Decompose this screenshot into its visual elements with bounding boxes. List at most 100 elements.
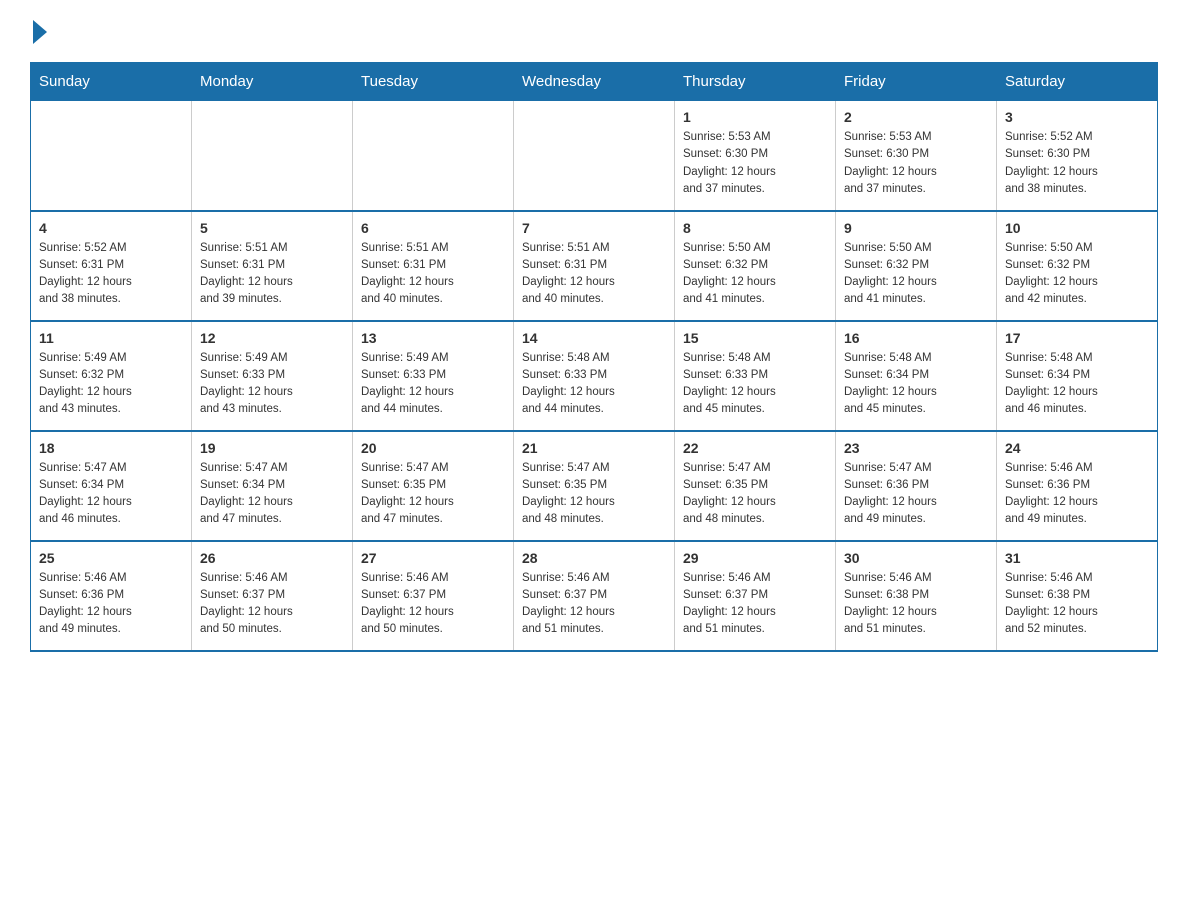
day-info: Sunrise: 5:51 AMSunset: 6:31 PMDaylight:…	[361, 240, 505, 309]
calendar-cell: 30 Sunrise: 5:46 AMSunset: 6:38 PMDayligh…	[836, 541, 997, 651]
day-number: 13	[361, 330, 505, 346]
weekday-header-thursday: Thursday	[675, 63, 836, 101]
day-number: 20	[361, 440, 505, 456]
day-info: Sunrise: 5:52 AMSunset: 6:30 PMDaylight:…	[1005, 129, 1149, 198]
calendar-cell: 21 Sunrise: 5:47 AMSunset: 6:35 PMDayligh…	[514, 431, 675, 541]
day-info: Sunrise: 5:53 AMSunset: 6:30 PMDaylight:…	[683, 129, 827, 198]
day-info: Sunrise: 5:47 AMSunset: 6:34 PMDaylight:…	[200, 460, 344, 529]
day-number: 1	[683, 109, 827, 125]
day-number: 22	[683, 440, 827, 456]
day-number: 29	[683, 550, 827, 566]
weekday-header-row: SundayMondayTuesdayWednesdayThursdayFrid…	[31, 63, 1158, 101]
day-info: Sunrise: 5:50 AMSunset: 6:32 PMDaylight:…	[1005, 240, 1149, 309]
day-info: Sunrise: 5:48 AMSunset: 6:34 PMDaylight:…	[844, 350, 988, 419]
day-number: 27	[361, 550, 505, 566]
calendar-cell: 18 Sunrise: 5:47 AMSunset: 6:34 PMDayligh…	[31, 431, 192, 541]
weekday-header-friday: Friday	[836, 63, 997, 101]
calendar-cell: 26 Sunrise: 5:46 AMSunset: 6:37 PMDayligh…	[192, 541, 353, 651]
day-number: 5	[200, 220, 344, 236]
calendar-cell: 28 Sunrise: 5:46 AMSunset: 6:37 PMDayligh…	[514, 541, 675, 651]
day-number: 19	[200, 440, 344, 456]
day-info: Sunrise: 5:51 AMSunset: 6:31 PMDaylight:…	[522, 240, 666, 309]
weekday-header-tuesday: Tuesday	[353, 63, 514, 101]
calendar-cell: 22 Sunrise: 5:47 AMSunset: 6:35 PMDayligh…	[675, 431, 836, 541]
calendar-cell: 2 Sunrise: 5:53 AMSunset: 6:30 PMDaylight…	[836, 101, 997, 211]
day-info: Sunrise: 5:47 AMSunset: 6:35 PMDaylight:…	[522, 460, 666, 529]
day-number: 10	[1005, 220, 1149, 236]
day-number: 28	[522, 550, 666, 566]
day-info: Sunrise: 5:46 AMSunset: 6:37 PMDaylight:…	[683, 570, 827, 639]
calendar-cell: 17Sunrise: 5:48 AMSunset: 6:34 PMDayligh…	[997, 321, 1158, 431]
day-info: Sunrise: 5:46 AMSunset: 6:37 PMDaylight:…	[522, 570, 666, 639]
day-info: Sunrise: 5:46 AMSunset: 6:38 PMDaylight:…	[844, 570, 988, 639]
day-info: Sunrise: 5:52 AMSunset: 6:31 PMDaylight:…	[39, 240, 183, 309]
day-number: 26	[200, 550, 344, 566]
day-number: 7	[522, 220, 666, 236]
calendar-table: SundayMondayTuesdayWednesdayThursdayFrid…	[30, 62, 1158, 652]
calendar-cell: 10 Sunrise: 5:50 AMSunset: 6:32 PMDayligh…	[997, 211, 1158, 321]
calendar-cell: 25 Sunrise: 5:46 AMSunset: 6:36 PMDayligh…	[31, 541, 192, 651]
calendar-cell: 11Sunrise: 5:49 AMSunset: 6:32 PMDayligh…	[31, 321, 192, 431]
calendar-week-4: 18 Sunrise: 5:47 AMSunset: 6:34 PMDayligh…	[31, 431, 1158, 541]
day-info: Sunrise: 5:46 AMSunset: 6:36 PMDaylight:…	[1005, 460, 1149, 529]
day-info: Sunrise: 5:46 AMSunset: 6:37 PMDaylight:…	[200, 570, 344, 639]
day-number: 30	[844, 550, 988, 566]
day-number: 14	[522, 330, 666, 346]
calendar-cell: 24 Sunrise: 5:46 AMSunset: 6:36 PMDayligh…	[997, 431, 1158, 541]
day-number: 4	[39, 220, 183, 236]
calendar-week-3: 11Sunrise: 5:49 AMSunset: 6:32 PMDayligh…	[31, 321, 1158, 431]
calendar-cell	[192, 101, 353, 211]
day-number: 25	[39, 550, 183, 566]
day-info: Sunrise: 5:47 AMSunset: 6:36 PMDaylight:…	[844, 460, 988, 529]
day-number: 16	[844, 330, 988, 346]
weekday-header-wednesday: Wednesday	[514, 63, 675, 101]
calendar-week-2: 4 Sunrise: 5:52 AMSunset: 6:31 PMDaylight…	[31, 211, 1158, 321]
day-info: Sunrise: 5:46 AMSunset: 6:36 PMDaylight:…	[39, 570, 183, 639]
calendar-cell: 19 Sunrise: 5:47 AMSunset: 6:34 PMDayligh…	[192, 431, 353, 541]
day-number: 24	[1005, 440, 1149, 456]
calendar-cell: 12 Sunrise: 5:49 AMSunset: 6:33 PMDayligh…	[192, 321, 353, 431]
day-number: 3	[1005, 109, 1149, 125]
day-info: Sunrise: 5:49 AMSunset: 6:33 PMDaylight:…	[361, 350, 505, 419]
weekday-header-monday: Monday	[192, 63, 353, 101]
day-number: 31	[1005, 550, 1149, 566]
calendar-cell: 6Sunrise: 5:51 AMSunset: 6:31 PMDaylight…	[353, 211, 514, 321]
day-info: Sunrise: 5:47 AMSunset: 6:34 PMDaylight:…	[39, 460, 183, 529]
day-info: Sunrise: 5:49 AMSunset: 6:32 PMDaylight:…	[39, 350, 183, 419]
calendar-cell: 16 Sunrise: 5:48 AMSunset: 6:34 PMDayligh…	[836, 321, 997, 431]
calendar-cell: 13 Sunrise: 5:49 AMSunset: 6:33 PMDayligh…	[353, 321, 514, 431]
calendar-cell	[31, 101, 192, 211]
calendar-cell: 14 Sunrise: 5:48 AMSunset: 6:33 PMDayligh…	[514, 321, 675, 431]
day-number: 21	[522, 440, 666, 456]
day-info: Sunrise: 5:48 AMSunset: 6:34 PMDaylight:…	[1005, 350, 1149, 419]
calendar-cell: 9Sunrise: 5:50 AMSunset: 6:32 PMDaylight…	[836, 211, 997, 321]
calendar-cell: 4 Sunrise: 5:52 AMSunset: 6:31 PMDaylight…	[31, 211, 192, 321]
day-info: Sunrise: 5:47 AMSunset: 6:35 PMDaylight:…	[683, 460, 827, 529]
day-info: Sunrise: 5:46 AMSunset: 6:37 PMDaylight:…	[361, 570, 505, 639]
logo-triangle-icon	[33, 20, 47, 44]
day-number: 23	[844, 440, 988, 456]
day-number: 2	[844, 109, 988, 125]
day-info: Sunrise: 5:49 AMSunset: 6:33 PMDaylight:…	[200, 350, 344, 419]
calendar-cell	[353, 101, 514, 211]
day-number: 12	[200, 330, 344, 346]
calendar-cell: 31Sunrise: 5:46 AMSunset: 6:38 PMDayligh…	[997, 541, 1158, 651]
calendar-cell: 15 Sunrise: 5:48 AMSunset: 6:33 PMDayligh…	[675, 321, 836, 431]
calendar-week-1: 1 Sunrise: 5:53 AMSunset: 6:30 PMDaylight…	[31, 101, 1158, 211]
weekday-header-saturday: Saturday	[997, 63, 1158, 101]
day-info: Sunrise: 5:48 AMSunset: 6:33 PMDaylight:…	[683, 350, 827, 419]
calendar-cell: 8 Sunrise: 5:50 AMSunset: 6:32 PMDaylight…	[675, 211, 836, 321]
logo	[30, 20, 47, 42]
page-header	[30, 20, 1158, 42]
weekday-header-sunday: Sunday	[31, 63, 192, 101]
day-info: Sunrise: 5:50 AMSunset: 6:32 PMDaylight:…	[683, 240, 827, 309]
calendar-cell: 23 Sunrise: 5:47 AMSunset: 6:36 PMDayligh…	[836, 431, 997, 541]
calendar-cell: 29 Sunrise: 5:46 AMSunset: 6:37 PMDayligh…	[675, 541, 836, 651]
day-info: Sunrise: 5:48 AMSunset: 6:33 PMDaylight:…	[522, 350, 666, 419]
day-info: Sunrise: 5:53 AMSunset: 6:30 PMDaylight:…	[844, 129, 988, 198]
day-number: 8	[683, 220, 827, 236]
day-info: Sunrise: 5:51 AMSunset: 6:31 PMDaylight:…	[200, 240, 344, 309]
day-number: 15	[683, 330, 827, 346]
day-number: 18	[39, 440, 183, 456]
day-number: 9	[844, 220, 988, 236]
